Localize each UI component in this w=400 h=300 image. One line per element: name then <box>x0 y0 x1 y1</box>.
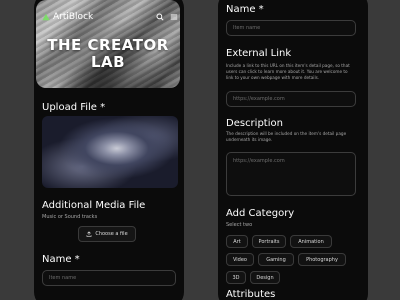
search-icon[interactable] <box>156 13 164 21</box>
category-chip-label: Art <box>233 238 241 245</box>
hero-title-line-2: LAB <box>90 53 126 71</box>
external-link-placeholder: https://example.com <box>233 96 285 102</box>
category-chip-portraits[interactable]: Portraits <box>252 235 286 248</box>
external-link-label: External Link <box>226 48 292 59</box>
description-textarea[interactable]: https://example.com <box>226 152 356 196</box>
category-chip-label: Video <box>232 256 247 263</box>
add-category-label: Add Category <box>226 208 295 219</box>
category-chip-label: Photography <box>306 256 338 263</box>
name-input-left[interactable]: Item name <box>42 270 176 286</box>
choose-file-button[interactable]: Choose a file <box>78 226 136 242</box>
category-chip-video[interactable]: Video <box>226 253 254 266</box>
name-label-left: Name * <box>42 254 80 265</box>
additional-media-label: Additional Media File <box>42 200 146 211</box>
category-chip-3d[interactable]: 3D <box>226 271 246 284</box>
category-chip-label: Portraits <box>258 238 280 245</box>
category-chip-design[interactable]: Design <box>250 271 280 284</box>
category-chip-photography[interactable]: Photography <box>298 253 346 266</box>
category-chip-label: Gaming <box>266 256 286 263</box>
uploaded-image-preview[interactable] <box>42 116 178 188</box>
additional-media-subtitle: Music or Sound tracks <box>42 214 98 220</box>
triangle-logo-icon[interactable] <box>42 13 50 21</box>
left-phone-screen: ArtiBlock THE CREATOR LAB Upload File * … <box>34 0 184 300</box>
category-chip-gaming[interactable]: Gaming <box>258 253 294 266</box>
category-chip-animation[interactable]: Animation <box>290 235 332 248</box>
hero-banner: ArtiBlock THE CREATOR LAB <box>36 0 180 88</box>
brand-name[interactable]: ArtiBlock <box>53 12 93 22</box>
external-link-help: Include a link to this URL on this item'… <box>226 63 350 81</box>
hero-title: THE CREATOR LAB <box>36 37 180 71</box>
category-chip-label: 3D <box>232 274 240 281</box>
name-input-right[interactable]: Item name <box>226 20 356 36</box>
name-placeholder-right: Item name <box>233 25 261 31</box>
external-link-input[interactable]: https://example.com <box>226 91 356 107</box>
navbar: ArtiBlock <box>42 10 178 24</box>
name-label-right: Name * <box>226 4 264 15</box>
name-placeholder-left: Item name <box>49 275 77 281</box>
category-chip-art[interactable]: Art <box>226 235 248 248</box>
attributes-label: Attributes <box>226 289 276 300</box>
category-chip-label: Design <box>256 274 274 281</box>
right-phone-screen: Name * Item name External Link Include a… <box>218 0 368 300</box>
menu-icon[interactable] <box>170 13 178 21</box>
hero-title-line-1: THE CREATOR <box>47 36 169 54</box>
upload-icon <box>86 231 92 237</box>
description-placeholder: https://example.com <box>233 158 285 164</box>
upload-file-label: Upload File * <box>42 102 106 113</box>
description-label: Description <box>226 118 283 129</box>
category-chip-label: Animation <box>298 238 324 245</box>
choose-file-label: Choose a file <box>95 231 128 237</box>
add-category-subtitle: Select two <box>226 222 253 228</box>
description-help: The description will be included on the … <box>226 131 347 143</box>
